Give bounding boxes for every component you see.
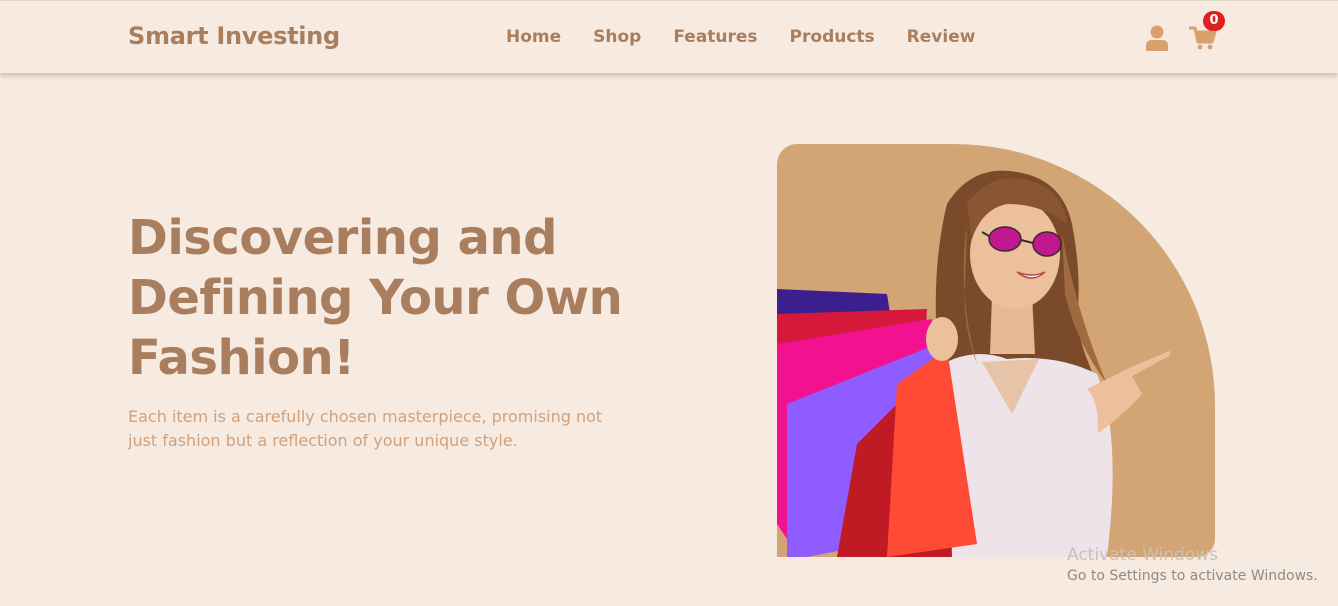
brand-logo[interactable]: Smart Investing [128, 22, 340, 50]
hero-subtitle-line: Each item is a carefully chosen masterpi… [128, 407, 603, 426]
hero-title-line: Defining Your Own [128, 270, 623, 326]
windows-activation-watermark-subtitle: Go to Settings to activate Windows. [1067, 568, 1318, 584]
user-icon[interactable] [1145, 25, 1169, 51]
nav-link-products[interactable]: Products [790, 27, 875, 47]
nav-link-home[interactable]: Home [506, 27, 561, 47]
nav-link-review[interactable]: Review [907, 27, 976, 47]
woman-with-shopping-bags-illustration [777, 170, 1171, 557]
hero-title: Discovering and Defining Your Own Fashio… [128, 208, 648, 388]
nav-link-shop[interactable]: Shop [593, 27, 641, 47]
hero-subtitle-line: just fashion but a reflection of your un… [128, 431, 518, 450]
nav-menu: Home Shop Features Products Review [506, 27, 975, 47]
windows-activation-watermark-title: Activate Windows [1067, 545, 1218, 565]
nav-link-features[interactable]: Features [673, 27, 757, 47]
hero-title-line: Fashion! [128, 330, 355, 386]
hero-subtitle: Each item is a carefully chosen masterpi… [128, 405, 628, 453]
hero-image [777, 144, 1215, 557]
cart-count-badge: 0 [1203, 11, 1225, 31]
navbar: Smart Investing Home Shop Features Produ… [0, 0, 1338, 73]
hero-title-line: Discovering and [128, 210, 557, 266]
